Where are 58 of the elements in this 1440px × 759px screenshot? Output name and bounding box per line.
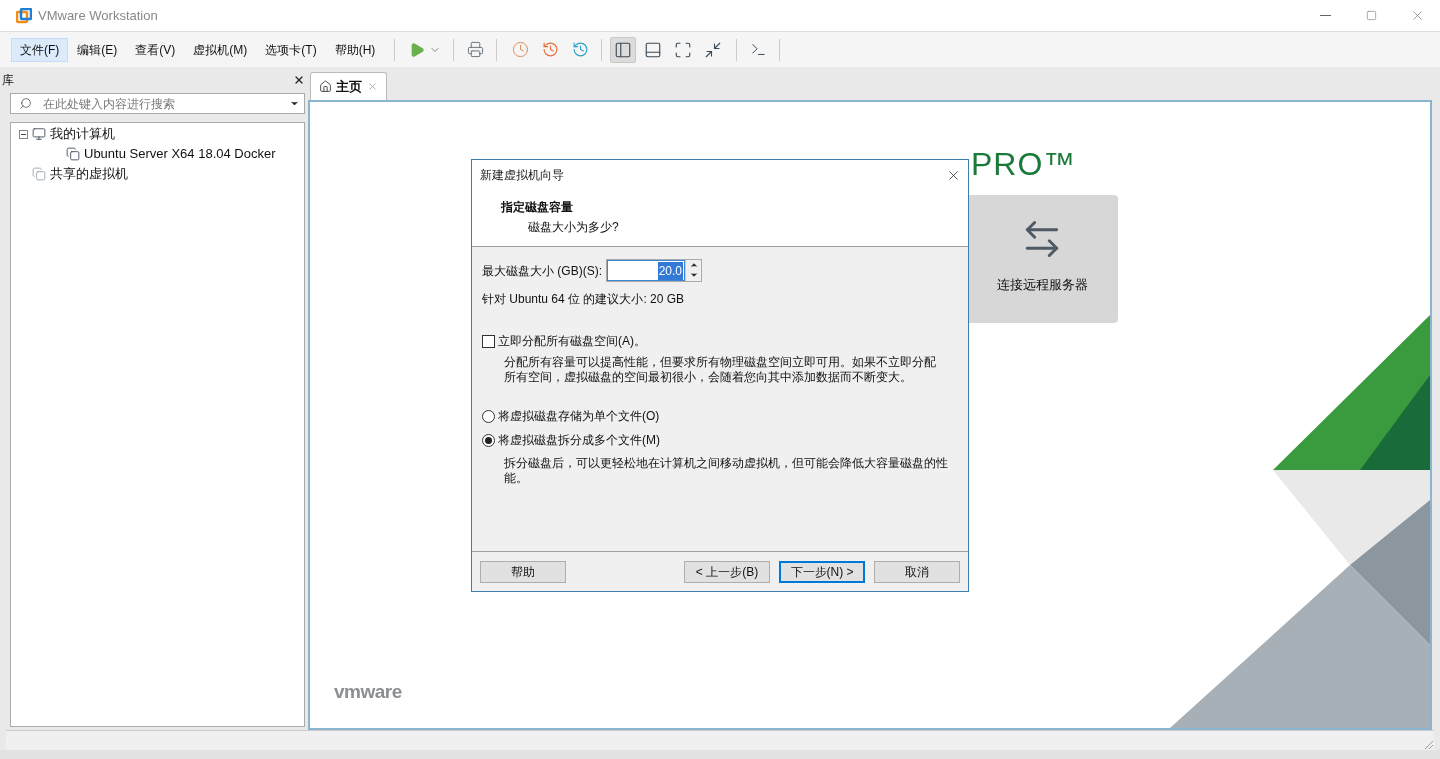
spin-up-icon[interactable]: [688, 260, 699, 270]
close-tab-icon[interactable]: [367, 81, 378, 92]
radio-button[interactable]: [482, 433, 495, 447]
dialog-button[interactable]: < 上一步(B): [684, 560, 770, 583]
history-icon: [571, 41, 589, 58]
history-icon: [541, 41, 559, 58]
minimize-icon: [1319, 15, 1331, 16]
play-icon: [409, 41, 426, 58]
product-title: PRO™: [971, 146, 1077, 182]
menu-item[interactable]: 选项卡(T): [256, 37, 326, 62]
search-icon: [19, 97, 32, 110]
checkbox-label[interactable]: 立即分配所有磁盘空间(A)。: [498, 332, 646, 350]
view-button[interactable]: [610, 36, 637, 63]
radio-label[interactable]: 将虚拟磁盘拆分成多个文件(M): [498, 431, 660, 449]
printer-icon: [466, 41, 484, 58]
tree-item[interactable]: Ubuntu Server X64 18.04 Docker: [84, 144, 276, 164]
library-title: 库: [2, 72, 14, 89]
sidebar-icon: [614, 40, 633, 59]
monitor-icon: [32, 127, 46, 141]
menu-item[interactable]: 帮助(H): [325, 37, 385, 62]
radio-button[interactable]: [482, 409, 495, 423]
dialog-title: 新建虚拟机向导: [480, 167, 564, 184]
home-icon: [319, 80, 332, 93]
terminal-icon: [749, 41, 767, 58]
dialog-button[interactable]: 取消: [874, 560, 960, 583]
vmware-logo: vmware: [334, 679, 402, 704]
resize-grip-icon[interactable]: [1424, 740, 1434, 750]
dialog-button[interactable]: 下一步(N) >: [779, 560, 865, 583]
shared-vm-icon: [32, 167, 46, 181]
field-label: 最大磁盘大小 (GB)(S):: [482, 262, 602, 280]
menu-item[interactable]: 文件(F): [11, 37, 69, 62]
split-description: 拆分磁盘后，可以更轻松地在计算机之间移动虚拟机，但可能会降低大容量磁盘的性能。: [504, 456, 949, 486]
bottom-panel-icon: [644, 40, 663, 59]
checkbox[interactable]: [482, 334, 495, 348]
vm-icon: [66, 147, 80, 161]
maximize-icon: [1365, 10, 1377, 21]
radio-label[interactable]: 将虚拟磁盘存储为单个文件(O): [498, 407, 660, 425]
home-tab[interactable]: 主页: [310, 72, 387, 100]
tree-item[interactable]: 共享的虚拟机: [50, 164, 128, 184]
connect-server-card[interactable]: 连接远程服务器: [966, 195, 1118, 323]
search-field[interactable]: 在此处键入内容进行搜索: [10, 93, 305, 114]
menu-item[interactable]: 虚拟机(M): [184, 37, 257, 62]
tree-item[interactable]: 我的计算机: [50, 124, 115, 144]
menu-item[interactable]: 编辑(E): [68, 37, 127, 62]
disk-size-spinbox[interactable]: 20.0: [606, 259, 702, 282]
clock-icon: [511, 41, 529, 58]
step-heading: 指定磁盘容量: [501, 199, 574, 216]
allocate-description: 分配所有容量可以提高性能，但要求所有物理磁盘空间立即可用。如果不立即分配所有空间，虚拟磁盘的空间最初很小，会随着您向其中添加数据而不断变大。: [504, 355, 937, 385]
app-logo-icon: [16, 7, 32, 24]
menu-item[interactable]: 查看(V): [126, 37, 185, 62]
spin-down-icon[interactable]: [688, 270, 699, 280]
fullscreen-icon: [674, 40, 693, 59]
recommendation-text: 针对 Ubuntu 64 位 的建议大小: 20 GB: [482, 291, 686, 308]
close-icon[interactable]: [293, 74, 305, 86]
step-subheading: 磁盘大小为多少?: [528, 219, 620, 236]
collapse-toggle[interactable]: [19, 129, 28, 139]
window-title: VMware Workstation: [38, 6, 158, 25]
help-button[interactable]: 帮助: [480, 560, 566, 583]
